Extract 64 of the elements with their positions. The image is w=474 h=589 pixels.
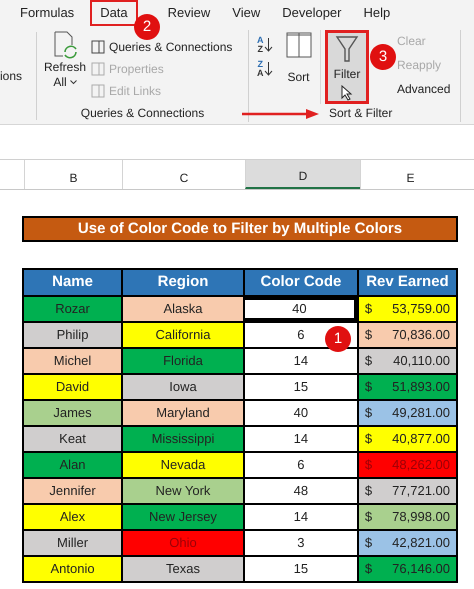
ribbon-tab[interactable]: View [232, 3, 260, 22]
sort-order-button[interactable]: Z A [257, 60, 285, 78]
table-cell: $ 76,146.00 [356, 557, 456, 581]
table-cell: $ 77,721.00 [356, 479, 456, 503]
group-label: ions [0, 68, 22, 84]
table-cell: James [24, 401, 122, 425]
table-cell: Mississippi [121, 427, 243, 451]
table-cell: $ 40,877.00 [356, 427, 456, 451]
down-arrow-icon [264, 36, 272, 52]
table-cell: $ 51,893.00 [356, 375, 456, 399]
arrow-icon [242, 108, 320, 120]
table-cell: $ 49,281.00 [356, 401, 456, 425]
table-cell: $ 42,821.00 [356, 531, 456, 555]
table-cell: Florida [121, 349, 243, 373]
caret-icon [70, 80, 77, 84]
table-cell: Philip [24, 323, 122, 347]
column-heading: Name [51, 272, 94, 292]
sort-button[interactable]: Sort [285, 30, 321, 104]
column-header[interactable]: D [245, 160, 360, 189]
table-cell: Maryland [121, 401, 243, 425]
cursor-icon [341, 84, 353, 100]
ribbon-tab[interactable]: Developer [282, 3, 342, 22]
table-cell: 40 [242, 297, 357, 321]
ribbon-tab[interactable]: Formulas [20, 3, 74, 22]
table-cell: $ 48,262.00 [356, 453, 456, 477]
ribbon-item[interactable]: Queries & Connections [91, 38, 232, 56]
table-cell: Texas [121, 557, 243, 581]
table-cell: Nevada [121, 453, 243, 477]
sheet-title: Use of Color Code to Filter by Multiple Colors [22, 216, 458, 242]
table-cell: $ 78,998.00 [356, 505, 456, 529]
column-heading: Rev Earned [356, 270, 456, 295]
column-header[interactable]: B [24, 160, 122, 189]
table-cell: Keat [24, 427, 122, 451]
table-cell: $ 70,836.00 [356, 323, 456, 347]
table-cell: New Jersey [121, 505, 243, 529]
table-cell: Alan [24, 453, 122, 477]
table-cell: Antonio [24, 557, 122, 581]
group-label: Queries & Connections [80, 104, 206, 122]
funnel-icon [335, 34, 359, 62]
table-cell: David [24, 375, 122, 399]
filter-button[interactable]: Filter [325, 30, 369, 104]
ribbon-tab[interactable]: Help [364, 3, 390, 22]
ribbon-item[interactable]: Advanced [397, 80, 450, 98]
column-heading: Region [121, 270, 243, 295]
table-cell: Iowa [121, 375, 243, 399]
table-cell: California [121, 323, 243, 347]
table-cell: New York [121, 479, 243, 503]
table-cell: $ 40,110.00 [356, 349, 456, 373]
table-cell: Jennifer [24, 479, 122, 503]
down-arrow-icon [264, 60, 272, 76]
sort-order-button[interactable]: A Z [257, 36, 285, 54]
table-cell: Alaska [121, 297, 243, 321]
ribbon-tab[interactable]: Review [168, 3, 210, 22]
table-cell: Michel [24, 349, 122, 373]
table-cell: Miller [24, 531, 122, 555]
table-cell: Rozar [24, 297, 122, 321]
column-header[interactable]: E [360, 160, 460, 189]
group-label: Sort & Filter [329, 104, 392, 122]
table-cell: $ 53,759.00 [356, 297, 456, 321]
column-heading: Color Code [242, 270, 357, 295]
sort-icon [286, 30, 312, 58]
table-cell: Ohio [121, 531, 243, 555]
refresh-button[interactable]: Refresh All [43, 30, 87, 104]
table-cell: Alex [24, 505, 122, 529]
